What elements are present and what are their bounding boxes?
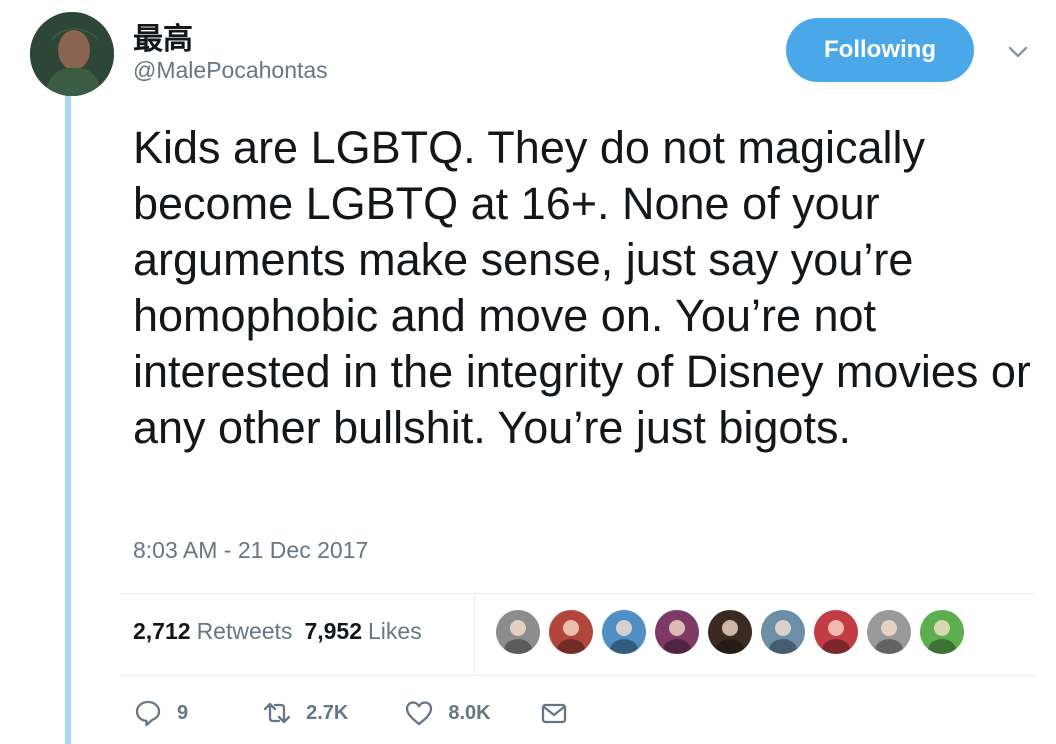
retweets-count: 2,712 bbox=[133, 618, 191, 644]
retweet-button[interactable]: 2.7K bbox=[262, 698, 348, 728]
retweets-stat[interactable]: 2,712 Retweets bbox=[133, 618, 292, 645]
following-button[interactable]: Following bbox=[786, 18, 974, 82]
divider bbox=[120, 675, 1036, 676]
like-button[interactable]: 8.0K bbox=[404, 698, 491, 728]
liker-avatar[interactable] bbox=[602, 610, 646, 654]
liker-avatar[interactable] bbox=[655, 610, 699, 654]
reply-button[interactable]: 9 bbox=[133, 698, 188, 728]
stats-divider bbox=[474, 593, 475, 675]
liker-avatar[interactable] bbox=[496, 610, 540, 654]
heart-icon bbox=[406, 701, 433, 726]
tweet-timestamp[interactable]: 8:03 AM - 21 Dec 2017 bbox=[133, 537, 368, 564]
direct-message-button[interactable] bbox=[539, 698, 569, 728]
liker-avatars bbox=[496, 610, 964, 654]
reply-icon bbox=[135, 700, 161, 727]
liker-avatar[interactable] bbox=[549, 610, 593, 654]
divider bbox=[120, 593, 1036, 594]
retweet-count: 2.7K bbox=[306, 701, 349, 724]
author-handle[interactable]: @MalePocahontas bbox=[133, 57, 328, 84]
author-avatar[interactable] bbox=[30, 12, 114, 96]
envelope-icon bbox=[541, 703, 566, 724]
retweet-icon bbox=[263, 702, 291, 724]
likes-label: Likes bbox=[368, 618, 422, 644]
like-count: 8.0K bbox=[448, 701, 491, 724]
liker-avatar[interactable] bbox=[708, 610, 752, 654]
retweets-label: Retweets bbox=[196, 618, 293, 644]
reply-count: 9 bbox=[177, 701, 189, 724]
liker-avatar[interactable] bbox=[867, 610, 911, 654]
tweet-text: Kids are LGBTQ. They do not magically be… bbox=[133, 122, 1031, 453]
liker-avatar[interactable] bbox=[920, 610, 964, 654]
likes-count: 7,952 bbox=[304, 618, 362, 644]
likes-stat[interactable]: 7,952 Likes bbox=[304, 618, 421, 645]
thread-line bbox=[65, 92, 71, 744]
tweet-stats: 2,712 Retweets 7,952 Likes bbox=[133, 618, 422, 645]
author-display-name[interactable]: 最高 bbox=[133, 14, 193, 58]
liker-avatar[interactable] bbox=[814, 610, 858, 654]
chevron-down-icon[interactable] bbox=[1004, 38, 1032, 66]
liker-avatar[interactable] bbox=[761, 610, 805, 654]
tweet-actions: 9 2.7K 8.0K bbox=[133, 698, 569, 728]
